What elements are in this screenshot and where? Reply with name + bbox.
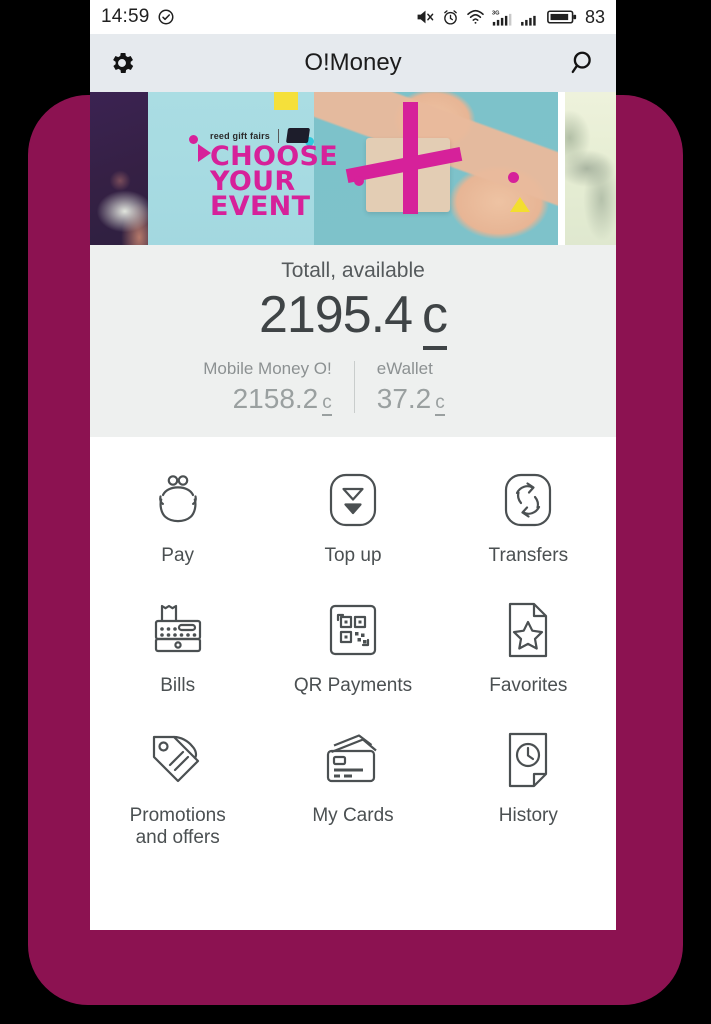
- decor-pink-dot-1: [189, 135, 198, 144]
- page-title: O!Money: [304, 49, 402, 76]
- promo-carousel[interactable]: reed gift fairs CHOOSE YOUR EVENT: [90, 92, 616, 245]
- total-balance-amount: 2195.4: [258, 286, 413, 344]
- decor-pink-dot-3: [354, 176, 364, 186]
- action-tile-label: Pay: [161, 545, 195, 566]
- account-value: 37.2 c: [376, 383, 503, 416]
- action-tile-label: Transfers: [488, 545, 569, 566]
- currency-symbol-som: c: [435, 392, 445, 416]
- action-tile-label: Promotions and offers: [130, 805, 226, 849]
- status-bar-left: 14:59: [101, 6, 175, 28]
- action-tile-my-cards[interactable]: My Cards: [265, 719, 440, 871]
- currency-symbol-som: c: [322, 392, 332, 416]
- credit-cards-icon: [323, 729, 383, 791]
- total-balance: 2195.4 c: [90, 285, 616, 351]
- coin-purse-icon: [149, 469, 207, 531]
- action-grid: Pay Top up Transfers Bills QR Payments F…: [90, 437, 616, 871]
- action-tile-label: Bills: [160, 675, 196, 696]
- screenshot-root: 14:59 3G 83 O!Money reed gift fairs CHOO…: [0, 0, 711, 1024]
- account-balances: Mobile Money O! 2158.2 c eWallet 37.2 c: [90, 359, 616, 416]
- transfers-icon: [500, 469, 556, 531]
- action-tile-qr-payments[interactable]: QR Payments: [265, 589, 440, 719]
- check-circle-icon: [157, 8, 175, 26]
- signal-3g-icon: 3G: [492, 9, 513, 26]
- status-bar: 14:59 3G 83: [90, 0, 616, 34]
- account-label: Mobile Money O!: [203, 359, 332, 378]
- settings-button[interactable]: [108, 49, 136, 77]
- alarm-clock-icon: [442, 9, 459, 26]
- search-button[interactable]: [570, 49, 598, 77]
- price-tags-icon: [148, 729, 208, 791]
- decor-yellow-square: [274, 92, 298, 110]
- banner-headline: CHOOSE YOUR EVENT: [210, 143, 338, 222]
- account-label: eWallet: [376, 359, 433, 378]
- carousel-slide-previous[interactable]: [90, 92, 148, 245]
- currency-symbol-som: c: [422, 286, 448, 351]
- app-bar: O!Money: [90, 34, 616, 92]
- account-amount: 2158.2: [232, 383, 319, 414]
- balance-caption: Totall, available: [281, 259, 425, 282]
- action-tile-pay[interactable]: Pay: [90, 459, 265, 589]
- promotions-line-2: and offers: [135, 827, 220, 848]
- account-value: 2158.2 c: [203, 383, 332, 416]
- status-time: 14:59: [101, 6, 150, 27]
- action-tile-history[interactable]: History: [441, 719, 616, 871]
- action-tile-label: Top up: [324, 545, 382, 566]
- promotions-line-1: Promotions: [129, 805, 226, 826]
- banner-headline-line-3: EVENT: [210, 191, 311, 222]
- account-amount: 37.2: [376, 383, 432, 414]
- top-up-icon: [325, 469, 381, 531]
- action-tile-transfers[interactable]: Transfers: [441, 459, 616, 589]
- search-icon: [570, 49, 598, 77]
- action-tile-favorites[interactable]: Favorites: [441, 589, 616, 719]
- wifi-icon: [466, 9, 485, 25]
- gear-icon: [108, 49, 136, 77]
- signal-bars-icon: [520, 9, 540, 26]
- document-clock-icon: [503, 729, 553, 791]
- decor-pink-dot-2: [508, 172, 519, 183]
- status-bar-right: 3G 83: [416, 7, 605, 28]
- account-ewallet[interactable]: eWallet 37.2 c: [355, 359, 525, 416]
- carousel-slide-active[interactable]: reed gift fairs CHOOSE YOUR EVENT: [148, 92, 558, 245]
- svg-text:3G: 3G: [492, 10, 500, 16]
- action-tile-bills[interactable]: Bills: [90, 589, 265, 719]
- action-tile-label: Favorites: [489, 675, 568, 696]
- action-tile-promotions-and-offers[interactable]: Promotions and offers: [90, 719, 265, 871]
- mute-speaker-icon: [416, 9, 435, 25]
- account-mobile-money[interactable]: Mobile Money O! 2158.2 c: [181, 359, 354, 416]
- action-tile-label: QR Payments: [293, 675, 413, 696]
- balance-section: Totall, available 2195.4 c Mobile Money …: [90, 245, 616, 437]
- action-tile-label: My Cards: [312, 805, 394, 826]
- document-star-icon: [503, 599, 553, 661]
- banner-brand-name: reed gift fairs: [210, 130, 271, 141]
- decor-yellow-triangle: [510, 197, 530, 212]
- carousel-slide-next[interactable]: [558, 92, 616, 245]
- phone-screen: 14:59 3G 83 O!Money reed gift fairs CHOO…: [90, 0, 616, 930]
- action-tile-label: History: [498, 805, 558, 826]
- battery-icon: [547, 9, 577, 25]
- action-tile-top-up[interactable]: Top up: [265, 459, 440, 589]
- qr-code-icon: [325, 599, 381, 661]
- cash-register-icon: [149, 599, 207, 661]
- battery-percent: 83: [584, 6, 605, 27]
